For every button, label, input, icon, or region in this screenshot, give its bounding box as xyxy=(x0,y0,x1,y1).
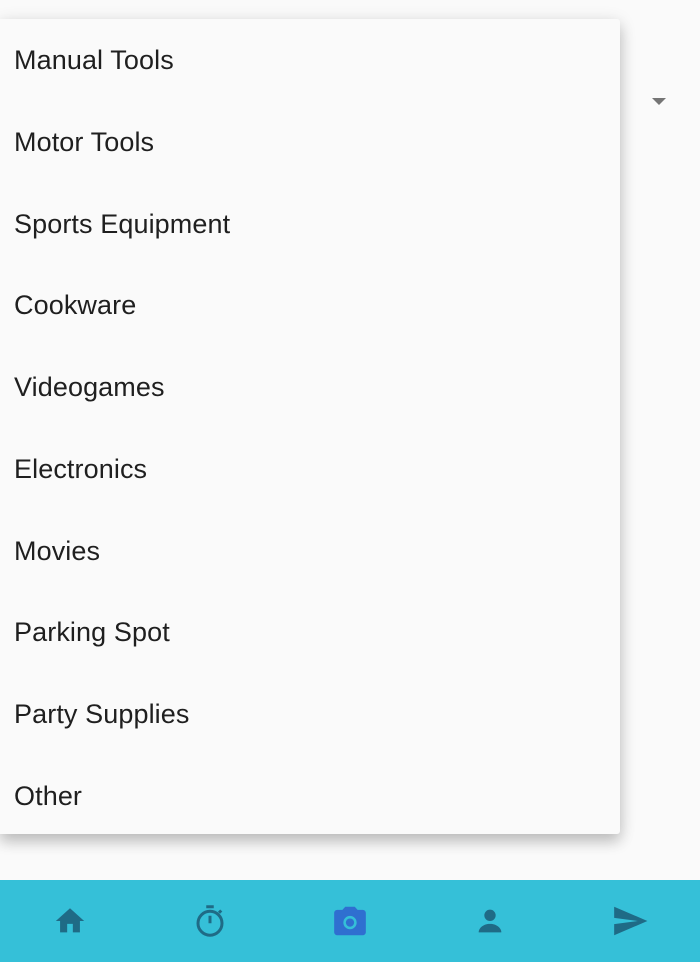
menu-item-party-supplies[interactable]: Party Supplies xyxy=(14,698,190,730)
menu-item-motor-tools[interactable]: Motor Tools xyxy=(14,126,154,158)
home-icon xyxy=(55,908,85,933)
menu-item-other[interactable]: Other xyxy=(14,780,82,812)
menu-item-parking-spot[interactable]: Parking Spot xyxy=(14,616,170,648)
nav-send-button[interactable] xyxy=(580,880,680,962)
nav-home-button[interactable] xyxy=(20,880,120,962)
menu-item-movies[interactable]: Movies xyxy=(14,535,100,567)
menu-item-manual-tools[interactable]: Manual Tools xyxy=(14,44,174,76)
menu-item-sports-equipment[interactable]: Sports Equipment xyxy=(14,208,230,240)
send-icon xyxy=(614,906,648,936)
menu-item-cookware[interactable]: Cookware xyxy=(14,289,136,321)
camera-icon xyxy=(334,906,366,936)
nav-timer-button[interactable] xyxy=(160,880,260,962)
menu-item-electronics[interactable]: Electronics xyxy=(14,453,147,485)
menu-item-videogames[interactable]: Videogames xyxy=(14,371,165,403)
dropdown-arrow-icon[interactable] xyxy=(652,98,666,105)
nav-camera-button[interactable] xyxy=(300,880,400,962)
nav-profile-button[interactable] xyxy=(440,880,540,962)
person-icon xyxy=(478,909,502,933)
category-dropdown-menu: Manual Tools Motor Tools Sports Equipmen… xyxy=(0,19,620,834)
bottom-navigation-bar xyxy=(0,880,700,962)
timer-icon xyxy=(196,905,224,937)
